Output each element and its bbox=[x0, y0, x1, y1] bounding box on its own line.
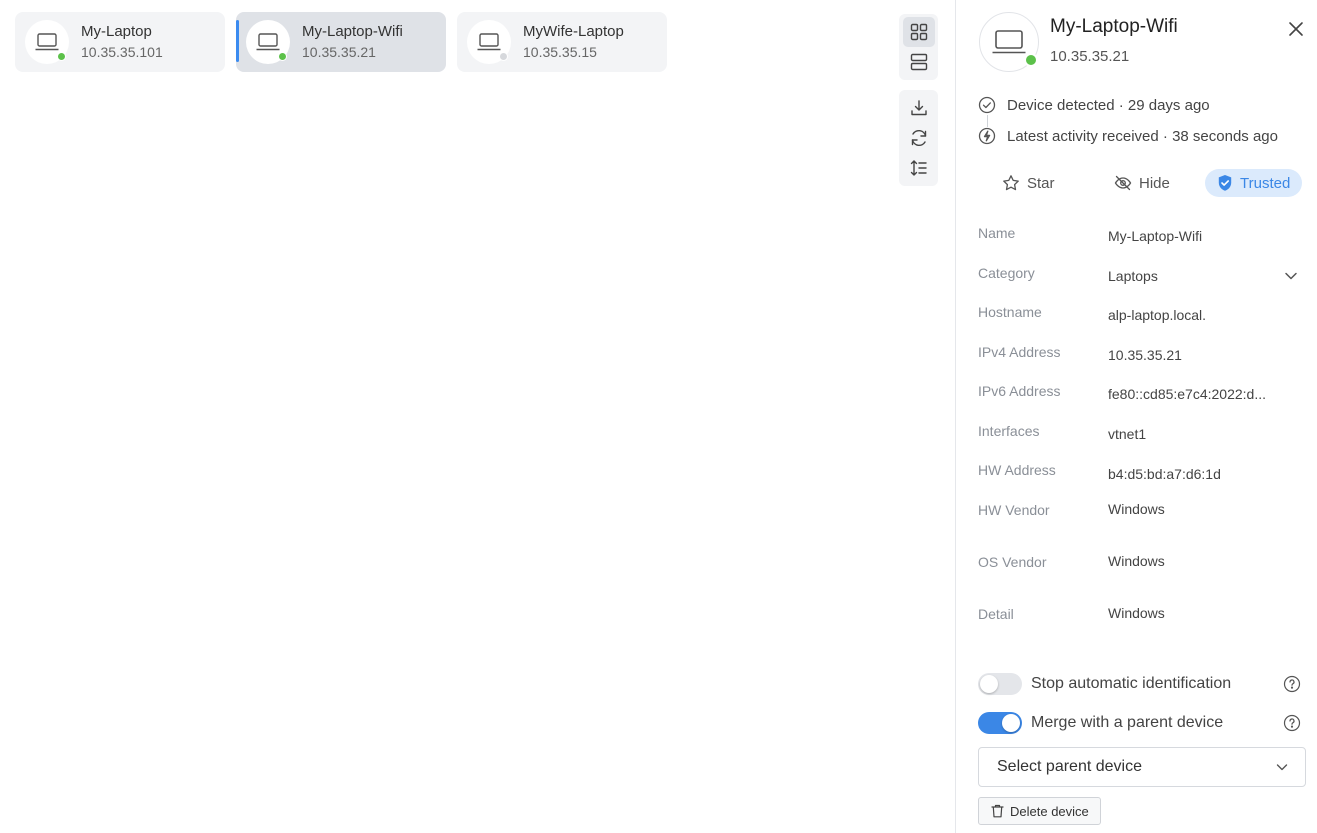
export-button[interactable] bbox=[903, 93, 935, 123]
stop-identification-toggle[interactable] bbox=[978, 673, 1022, 695]
laptop-icon bbox=[477, 33, 501, 51]
toggle-knob bbox=[980, 675, 998, 693]
star-icon bbox=[1003, 175, 1019, 191]
device-avatar bbox=[467, 20, 511, 64]
status-dot bbox=[499, 52, 508, 61]
eye-off-icon bbox=[1114, 175, 1132, 191]
device-grid: My-Laptop 10.35.35.101 My-Laptop-Wifi 10… bbox=[0, 0, 955, 833]
hide-label: Hide bbox=[1139, 174, 1170, 192]
field-label-os-vendor: OS Vendor bbox=[978, 554, 1047, 570]
parent-device-select-label: Select parent device bbox=[997, 758, 1142, 775]
field-label-ipv6: IPv6 Address bbox=[978, 383, 1061, 399]
device-avatar-large bbox=[979, 12, 1039, 72]
field-label-detail: Detail bbox=[978, 606, 1014, 622]
parent-device-select[interactable]: Select parent device bbox=[978, 747, 1306, 787]
device-ip: 10.35.35.21 bbox=[1050, 48, 1130, 65]
status-dot bbox=[57, 52, 66, 61]
device-name: MyWife-Laptop bbox=[523, 23, 624, 40]
timeline-text: Device detected · 29 days ago bbox=[1007, 96, 1210, 114]
timeline-connector bbox=[987, 115, 988, 127]
device-detail-panel: My-Laptop-Wifi 10.35.35.21 Device detect… bbox=[955, 0, 1317, 833]
device-ip: 10.35.35.15 bbox=[523, 44, 597, 60]
hostname-value: alp-laptop.local. bbox=[1108, 307, 1207, 323]
refresh-icon bbox=[911, 130, 926, 146]
ipv4-value: 10.35.35.21 bbox=[1108, 347, 1182, 363]
chevron-down-icon[interactable] bbox=[1283, 268, 1299, 284]
check-circle-icon bbox=[978, 96, 996, 114]
delete-device-label: Delete device bbox=[1010, 803, 1089, 819]
grid-view-icon bbox=[910, 23, 927, 41]
trusted-label: Trusted bbox=[1240, 174, 1291, 192]
field-label-hw-vendor: HW Vendor bbox=[978, 502, 1050, 518]
device-title: My-Laptop-Wifi bbox=[1050, 16, 1178, 37]
device-ip: 10.35.35.101 bbox=[81, 44, 163, 60]
activity-icon bbox=[978, 127, 996, 145]
stop-identification-label: Stop automatic identification bbox=[1031, 675, 1232, 692]
ipv6-value: fe80::cd85:e7c4:2022:d... bbox=[1108, 386, 1267, 402]
device-card[interactable]: My-Laptop 10.35.35.101 bbox=[15, 12, 225, 72]
sort-icon bbox=[910, 160, 927, 176]
field-label-hostname: Hostname bbox=[978, 304, 1042, 320]
status-dot bbox=[1024, 53, 1038, 67]
category-select[interactable]: Laptops bbox=[1108, 268, 1158, 284]
device-card[interactable]: MyWife-Laptop 10.35.35.15 bbox=[457, 12, 667, 72]
device-ip: 10.35.35.21 bbox=[302, 44, 376, 60]
shield-check-icon bbox=[1218, 175, 1232, 191]
device-avatar bbox=[25, 20, 69, 64]
name-field[interactable]: My-Laptop-Wifi bbox=[1108, 228, 1202, 244]
laptop-icon bbox=[992, 30, 1026, 54]
status-dot bbox=[278, 52, 287, 61]
laptop-icon bbox=[256, 33, 280, 51]
os-vendor-value: Windows bbox=[1108, 553, 1165, 569]
sort-button[interactable] bbox=[903, 153, 935, 183]
device-avatar bbox=[246, 20, 290, 64]
list-view-icon bbox=[910, 53, 927, 71]
view-toolbar bbox=[899, 14, 938, 80]
refresh-button[interactable] bbox=[903, 123, 935, 153]
delete-device-button[interactable]: Delete device bbox=[978, 797, 1101, 825]
close-icon[interactable] bbox=[1286, 19, 1306, 39]
list-view-button[interactable] bbox=[903, 47, 935, 77]
actions-toolbar bbox=[899, 90, 938, 186]
field-label-hw-address: HW Address bbox=[978, 462, 1056, 478]
field-label-ipv4: IPv4 Address bbox=[978, 344, 1061, 360]
interfaces-value: vtnet1 bbox=[1108, 426, 1147, 442]
star-label: Star bbox=[1027, 174, 1055, 192]
toggle-knob bbox=[1002, 714, 1020, 732]
hw-address-value: b4:d5:bd:a7:d6:1d bbox=[1108, 466, 1221, 482]
laptop-icon bbox=[35, 33, 59, 51]
star-button[interactable]: Star bbox=[990, 169, 1067, 197]
hide-button[interactable]: Hide bbox=[1102, 169, 1182, 197]
trash-icon bbox=[991, 804, 1004, 818]
field-label-interfaces: Interfaces bbox=[978, 423, 1040, 439]
grid-view-button[interactable] bbox=[902, 17, 935, 47]
detail-value: Windows bbox=[1108, 605, 1165, 621]
merge-parent-toggle[interactable] bbox=[978, 712, 1022, 734]
timeline-text: Latest activity received · 38 seconds ag… bbox=[1007, 127, 1278, 145]
hw-vendor-value: Windows bbox=[1108, 501, 1165, 517]
download-icon bbox=[910, 100, 927, 116]
field-label-name: Name bbox=[978, 225, 1016, 241]
merge-parent-label: Merge with a parent device bbox=[1031, 714, 1224, 731]
timeline-activity: Latest activity received · 38 seconds ag… bbox=[978, 127, 1278, 145]
device-name: My-Laptop bbox=[81, 23, 152, 40]
help-icon[interactable] bbox=[1283, 675, 1301, 693]
trusted-button[interactable]: Trusted bbox=[1205, 169, 1303, 197]
device-card-selected[interactable]: My-Laptop-Wifi 10.35.35.21 bbox=[236, 12, 446, 72]
device-name: My-Laptop-Wifi bbox=[302, 23, 403, 40]
field-label-category: Category bbox=[978, 265, 1035, 281]
timeline-detected: Device detected · 29 days ago bbox=[978, 96, 1210, 114]
help-icon[interactable] bbox=[1283, 714, 1301, 732]
chevron-down-icon bbox=[1276, 764, 1288, 771]
